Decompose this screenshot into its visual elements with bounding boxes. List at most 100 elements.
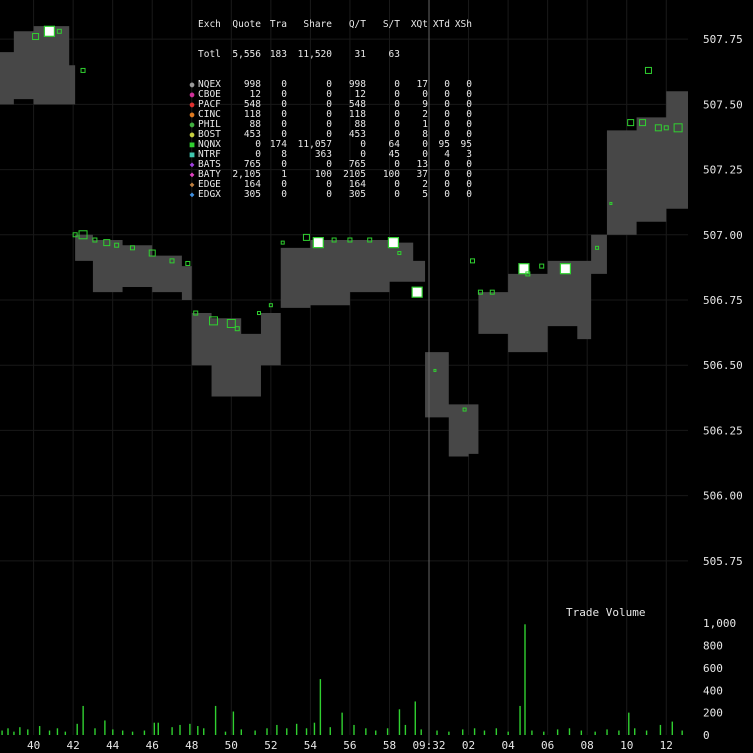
legend-cell-share: 363 <box>314 149 332 160</box>
legend-rows: ● NQEX 998 0 0 998 0 17 0 0 ● CBOE 12 0 0 12 0 0 0 0 ● PACF 54… <box>186 80 472 200</box>
volume-bar <box>64 731 67 735</box>
volume-bar <box>386 728 389 735</box>
x-tick-label: 50 <box>225 739 238 752</box>
bost-marker-icon: ● <box>189 130 195 139</box>
legend-total-label: Totl <box>198 49 221 60</box>
volume-bar <box>556 729 559 735</box>
volume-bar <box>240 729 242 735</box>
volume-bar <box>232 711 235 735</box>
volume-bar <box>171 727 173 735</box>
legend-header-st: S/T <box>382 19 400 30</box>
volume-bar <box>671 721 673 735</box>
volume-bar <box>286 728 288 735</box>
legend-cell-tra: 0 <box>281 189 287 200</box>
volume-bar <box>448 731 450 735</box>
volume-bar <box>618 730 620 735</box>
volume-bar <box>398 709 401 735</box>
edge-marker-icon: ◆ <box>189 180 195 189</box>
legend-cell-share: 0 <box>326 109 332 120</box>
volume-bar <box>681 730 683 735</box>
x-tick-label: 42 <box>67 739 80 752</box>
x-tick-label: 46 <box>146 739 159 752</box>
volume-bar <box>189 723 191 735</box>
volume-bar <box>507 731 509 735</box>
legend-total-tra: 183 <box>269 49 287 60</box>
volume-bar <box>48 730 51 735</box>
volume-bar <box>131 731 134 735</box>
legend-cell-xt: 0 <box>444 189 450 200</box>
volume-bar <box>121 730 124 735</box>
legend-total-share: 11,520 <box>297 49 332 60</box>
volume-bar <box>112 729 114 735</box>
volume-tick-label: 1,000 <box>703 617 736 630</box>
price-tick-label: 506.75 <box>703 294 743 307</box>
price-tick-label: 507.00 <box>703 229 743 242</box>
legend-cell-share: 0 <box>326 79 332 90</box>
trade-marker <box>411 286 423 298</box>
legend-row-edgx: ◆ EDGX 305 0 0 305 0 5 0 0 <box>186 190 472 200</box>
volume-bar <box>414 701 416 735</box>
volume-bar <box>179 724 181 735</box>
pacf-marker-icon: ● <box>189 100 195 109</box>
ntrf-marker-icon: ■ <box>189 150 195 159</box>
volume-bar <box>19 727 21 735</box>
volume-bar <box>483 730 486 735</box>
volume-bar <box>568 728 571 735</box>
baty-marker-icon: ◆ <box>189 170 195 179</box>
legend-cell-quote: 305 <box>243 189 261 200</box>
legend-cell-share: 100 <box>314 169 332 180</box>
volume-bar <box>531 730 533 735</box>
trade-marker <box>312 237 324 249</box>
volume-bar <box>27 729 29 735</box>
price-tick-label: 507.25 <box>703 164 743 177</box>
x-tick-label: 40 <box>27 739 40 752</box>
volume-bar <box>659 724 662 735</box>
volume-tick-label: 0 <box>703 729 710 742</box>
volume-bar <box>365 728 367 735</box>
price-tick-label: 505.75 <box>703 555 743 568</box>
x-tick-label: 09:32 <box>412 739 445 752</box>
volume-bar <box>104 720 106 735</box>
volume-bar <box>313 722 316 735</box>
legend-header-exch: Exch <box>198 19 221 30</box>
volume-bar <box>319 679 322 735</box>
bats-marker-icon: ◆ <box>189 160 195 169</box>
volume-bar <box>224 731 227 735</box>
volume-bar <box>628 712 630 735</box>
price-tick-label: 506.00 <box>703 490 743 503</box>
price-tick-label: 506.50 <box>703 359 743 372</box>
volume-bar <box>295 723 298 735</box>
nqex-marker-icon: ● <box>189 80 195 89</box>
legend-header-xsh: XSh <box>454 19 472 30</box>
volume-bar <box>305 728 308 735</box>
volume-bar <box>634 728 636 735</box>
volume-bar <box>1 730 3 735</box>
volume-bar <box>341 712 343 735</box>
volume-title: Trade Volume <box>566 606 645 619</box>
volume-bar <box>143 730 146 735</box>
legend-cell-st: 0 <box>394 189 400 200</box>
legend-cell-xs: 0 <box>466 189 472 200</box>
volume-tick-label: 600 <box>703 662 723 675</box>
volume-bar <box>76 723 78 735</box>
legend-cell-ex: EDGX <box>198 189 221 200</box>
x-tick-label: 44 <box>106 739 120 752</box>
volume-bar <box>94 728 96 735</box>
x-tick-label: 12 <box>660 739 673 752</box>
volume-bar <box>214 705 217 735</box>
volume-bar <box>645 730 648 735</box>
legend-cell-share: 0 <box>326 189 332 200</box>
exchange-legend: Exch Quote Tra Share Q/T S/T XQt XTd XSh… <box>186 0 472 210</box>
x-tick-label: 04 <box>501 739 515 752</box>
edgx-marker-icon: ◆ <box>189 190 195 199</box>
cboe-marker-icon: ● <box>189 90 195 99</box>
legend-header-row: Exch Quote Tra Share Q/T S/T XQt XTd XSh <box>186 20 472 30</box>
volume-bar <box>543 731 545 735</box>
volume-bar <box>519 705 521 735</box>
x-tick-label: 56 <box>343 739 356 752</box>
x-tick-label: 10 <box>620 739 633 752</box>
x-tick-label: 52 <box>264 739 277 752</box>
volume-tick-label: 800 <box>703 640 723 653</box>
volume-bar <box>606 729 608 735</box>
legend-total-quote: 5,556 <box>232 49 261 60</box>
